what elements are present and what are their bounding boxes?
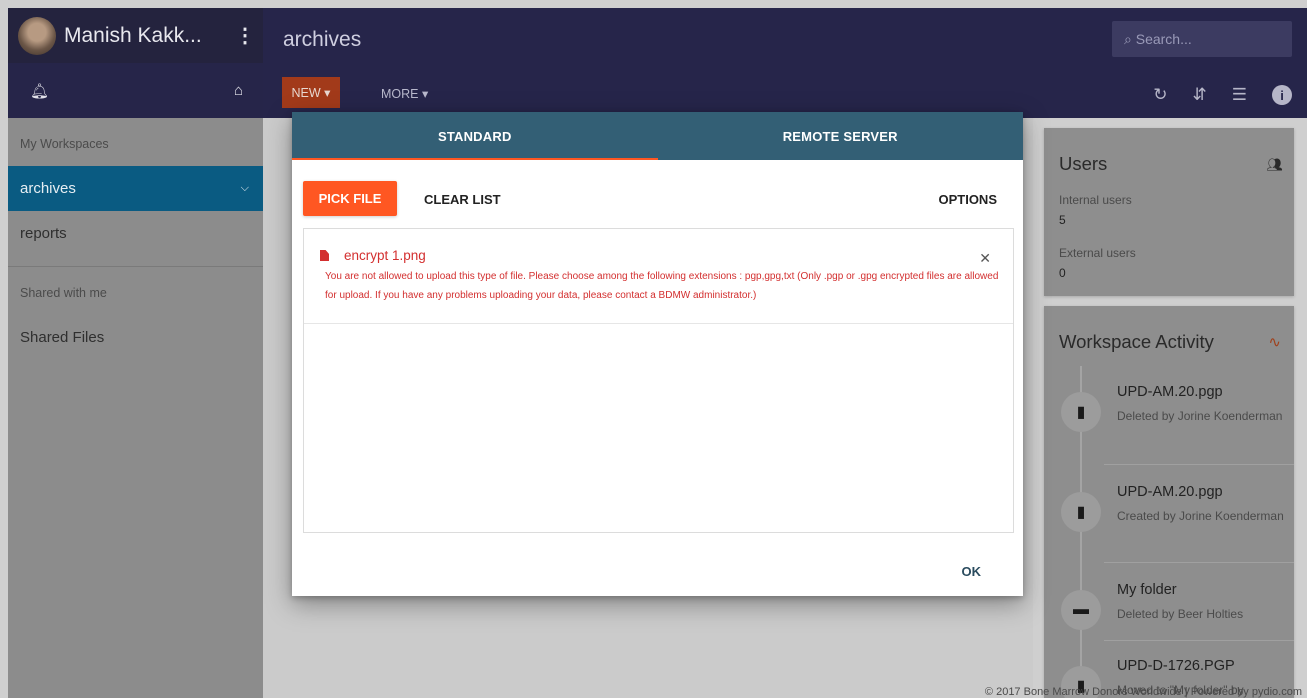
dialog-toolbar: PICK FILE CLEAR LIST OPTIONS [292, 160, 1023, 228]
divider [8, 266, 263, 267]
sidebar-iconbar: 🔔︎ ⌂ [8, 63, 263, 118]
page-title: archives [283, 28, 362, 51]
activity-item-desc: Deleted by Beer Holties [1117, 607, 1244, 621]
search-icon: ⌕ [1124, 31, 1132, 47]
pick-file-button[interactable]: PICK FILE [303, 181, 397, 216]
internal-users-value: 5 [1059, 213, 1066, 227]
activity-separator [1104, 562, 1294, 563]
file-name: encrypt 1.png [344, 248, 426, 263]
sidebar-item-label: Shared Files [20, 329, 105, 346]
external-users-value: 0 [1059, 266, 1066, 280]
clear-list-button[interactable]: CLEAR LIST [424, 192, 501, 207]
info-icon[interactable]: i [1272, 85, 1292, 105]
activity-item-name: UPD-D-1726.PGP [1117, 658, 1235, 674]
avatar[interactable] [18, 16, 56, 55]
folder-icon: ▬ [1061, 590, 1101, 630]
activity-separator [1104, 640, 1294, 641]
sort-icon[interactable]: ⇵ [1193, 85, 1207, 105]
users-card: Users 👥︎ Internal users 5 External users… [1044, 128, 1294, 296]
close-icon[interactable]: ✕ [979, 250, 991, 267]
upload-error-message: You are not allowed to upload this type … [325, 271, 999, 301]
search-input[interactable]: ⌕ Search... [1112, 21, 1292, 57]
activity-item-desc: Deleted by Jorine Koenderman [1117, 409, 1283, 423]
activity-item-name: UPD-AM.20.pgp [1117, 484, 1223, 500]
upload-dialog: STANDARD REMOTE SERVER PICK FILE CLEAR L… [292, 112, 1023, 596]
footer-copyright: © 2017 Bone Marrow Donors Worldwide | Po… [984, 686, 1302, 698]
file-icon: ▮ [1061, 492, 1101, 532]
people-icon: 👥︎ [1266, 157, 1283, 172]
dialog-tabs: STANDARD REMOTE SERVER [292, 112, 1023, 160]
sidebar-item-reports[interactable]: reports [8, 211, 263, 256]
top-header: archives ⌕ Search... NEW ▾ MORE ▾ ↻ ⇵ ☰ … [263, 8, 1307, 118]
more-button[interactable]: MORE ▾ [381, 86, 428, 101]
toolbar-icons: ↻ ⇵ ☰ i [1153, 85, 1292, 105]
workspace-activity-card: Workspace Activity ∿ ▮ UPD-AM.20.pgp Del… [1044, 306, 1294, 698]
users-title: Users [1059, 153, 1108, 174]
activity-title: Workspace Activity [1059, 331, 1214, 352]
sidebar-item-shared-files[interactable]: Shared Files [8, 315, 263, 360]
tab-remote-server[interactable]: REMOTE SERVER [658, 112, 1024, 160]
activity-item-desc: Created by Jorine Koenderman [1117, 509, 1284, 523]
external-users-label: External users [1059, 246, 1136, 260]
username[interactable]: Manish Kakk... [64, 24, 235, 48]
upload-file-list: encrypt 1.png ✕ You are not allowed to u… [303, 228, 1014, 533]
section-shared-with-me: Shared with me [20, 286, 107, 300]
file-icon [320, 250, 329, 261]
file-icon: ▮ [1061, 392, 1101, 432]
user-header: Manish Kakk... ⋮ [8, 8, 263, 63]
activity-separator [1104, 464, 1294, 465]
section-my-workspaces: My Workspaces [20, 137, 109, 151]
sidebar-item-label: reports [20, 225, 67, 242]
bell-icon[interactable]: 🔔︎ [30, 82, 49, 100]
ok-button[interactable]: OK [962, 564, 982, 579]
upload-file-row: encrypt 1.png ✕ You are not allowed to u… [304, 229, 1013, 324]
sidebar-item-label: archives [20, 180, 76, 197]
activity-pulse-icon: ∿ [1268, 334, 1281, 351]
more-vert-icon[interactable]: ⋮ [235, 23, 255, 48]
sidebar: Manish Kakk... ⋮ 🔔︎ ⌂ My Workspaces arch… [8, 8, 263, 698]
activity-item-name: UPD-AM.20.pgp [1117, 384, 1223, 400]
internal-users-label: Internal users [1059, 193, 1132, 207]
home-icon[interactable]: ⌂ [234, 82, 243, 99]
new-button[interactable]: NEW ▾ [282, 77, 340, 108]
search-placeholder: Search... [1135, 31, 1192, 47]
activity-item-name: My folder [1117, 582, 1177, 598]
tab-standard[interactable]: STANDARD [292, 112, 658, 160]
chevron-down-icon[interactable]: ⌵ [241, 182, 249, 195]
refresh-icon[interactable]: ↻ [1153, 85, 1167, 105]
sidebar-item-archives[interactable]: archives ⌵ [8, 166, 263, 211]
options-button[interactable]: OPTIONS [938, 192, 997, 207]
list-view-icon[interactable]: ☰ [1232, 85, 1247, 105]
